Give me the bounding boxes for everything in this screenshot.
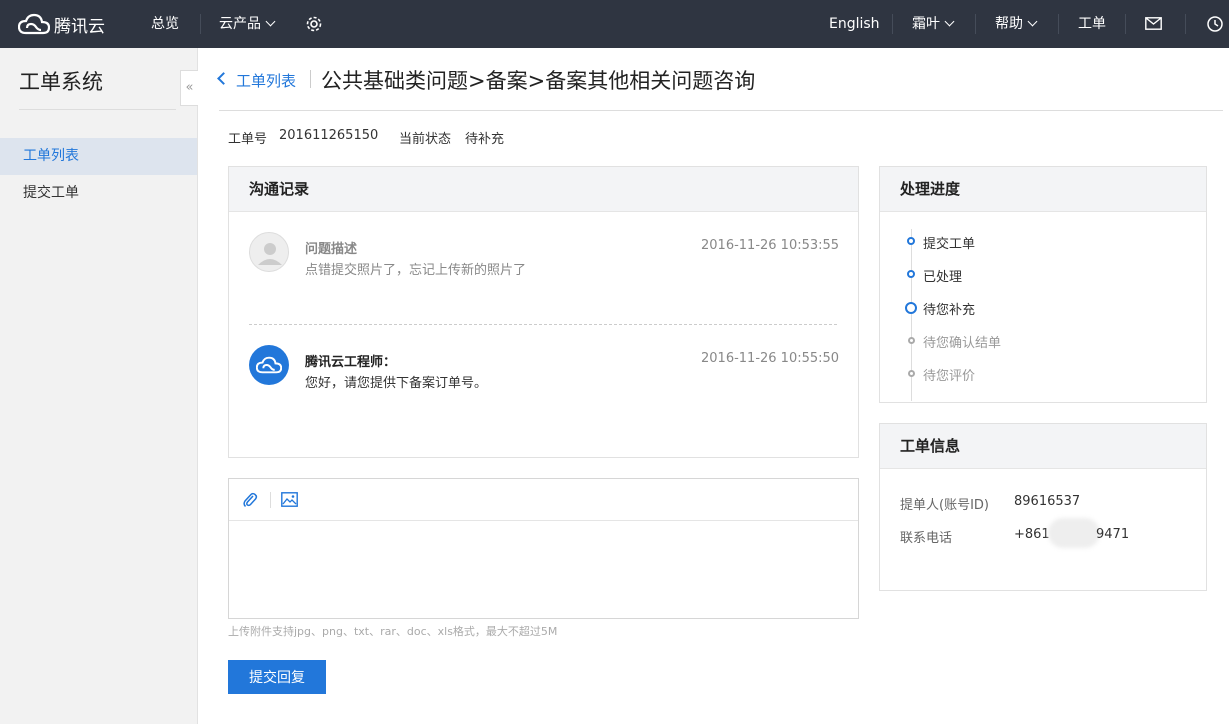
- nav-help[interactable]: 帮助: [995, 0, 1038, 48]
- status-label: 当前状态: [399, 132, 452, 147]
- progress-panel: 处理进度 提交工单 已处理 待您补充 待您确认结单 待您评价: [879, 166, 1207, 403]
- step-dot-pending: [908, 337, 915, 344]
- cloud-logo-icon: [256, 356, 282, 374]
- history-icon[interactable]: [1206, 15, 1224, 33]
- chevron-down-icon: [1027, 16, 1038, 27]
- nav-user[interactable]: 霜叶: [912, 0, 955, 48]
- sidebar-collapse-button[interactable]: «: [180, 70, 198, 106]
- submitter-value: 89616537: [1014, 494, 1081, 509]
- status-value: 待补充: [465, 132, 505, 147]
- step-label: 提交工单: [923, 237, 976, 252]
- step-dot-current: [905, 302, 917, 314]
- nav-overview[interactable]: 总览: [151, 0, 179, 48]
- logo-text: 腾讯云: [54, 16, 105, 37]
- message-divider: [249, 324, 837, 325]
- step-dot-pending: [908, 370, 915, 377]
- image-icon[interactable]: [281, 492, 298, 507]
- submit-reply-button[interactable]: 提交回复: [228, 660, 326, 694]
- upload-hint: 上传附件支持jpg、png、txt、rar、doc、xls格式，最大不超过5M: [228, 625, 558, 638]
- nav-products-label: 云产品: [219, 16, 261, 32]
- phone-redaction-mask: [1048, 518, 1100, 548]
- phone-suffix: 9471: [1096, 527, 1130, 542]
- back-arrow-icon[interactable]: [217, 72, 230, 85]
- nav-separator: [1125, 14, 1126, 34]
- phone-label: 联系电话: [900, 531, 953, 546]
- progress-title: 处理进度: [880, 167, 1206, 212]
- step-label: 待您评价: [923, 369, 976, 384]
- gear-icon[interactable]: [305, 15, 323, 33]
- sidebar: 工单系统 工单列表 提交工单: [0, 48, 198, 724]
- reply-editor: [228, 478, 859, 619]
- step-label: 已处理: [923, 270, 963, 285]
- ticket-id-value: 201611265150: [279, 128, 379, 143]
- engineer-avatar: [249, 345, 289, 385]
- top-nav-bar: 腾讯云 总览 云产品 English 霜叶 帮助 工单: [0, 0, 1229, 48]
- communication-panel: 沟通记录 问题描述 点错提交照片了，忘记上传新的照片了 2016-11-26 1…: [228, 166, 859, 458]
- reply-toolbar: [229, 479, 858, 521]
- nav-english[interactable]: English: [829, 0, 880, 48]
- nav-separator: [200, 14, 201, 34]
- communication-title: 沟通记录: [229, 167, 858, 212]
- header-divider: [219, 110, 1223, 111]
- sidebar-item-ticket-list[interactable]: 工单列表: [0, 138, 197, 175]
- step-label: 待您补充: [923, 303, 976, 318]
- mail-icon[interactable]: [1145, 17, 1162, 31]
- paperclip-icon[interactable]: [242, 491, 258, 509]
- message-text: 点错提交照片了，忘记上传新的照片了: [305, 263, 527, 278]
- chevron-down-icon: [265, 16, 276, 27]
- breadcrumb-separator: [310, 70, 311, 88]
- step-dot-done: [907, 270, 915, 278]
- ticket-id-label: 工单号: [228, 132, 268, 147]
- nav-ticket[interactable]: 工单: [1078, 0, 1106, 48]
- sidebar-divider: [19, 109, 176, 110]
- ticket-info-panel: 工单信息 提单人(账号ID) 89616537 联系电话 +861 9471: [879, 423, 1207, 591]
- step-dot-done: [907, 237, 915, 245]
- step-label: 待您确认结单: [923, 336, 1002, 351]
- message-time: 2016-11-26 10:55:50: [701, 351, 840, 366]
- user-avatar: [249, 232, 289, 272]
- message-author: 腾讯云工程师：: [305, 355, 397, 370]
- nav-separator: [1058, 14, 1059, 34]
- nav-separator: [892, 14, 893, 34]
- tencent-cloud-logo[interactable]: 腾讯云: [18, 11, 105, 37]
- nav-user-label: 霜叶: [912, 16, 940, 32]
- cloud-logo-icon: [18, 13, 50, 35]
- sidebar-item-submit-ticket[interactable]: 提交工单: [0, 175, 197, 212]
- chevron-down-icon: [944, 16, 955, 27]
- nav-help-label: 帮助: [995, 16, 1023, 32]
- user-icon: [258, 243, 282, 265]
- ticket-info-title: 工单信息: [880, 424, 1206, 469]
- phone-prefix: +861: [1014, 527, 1050, 542]
- reply-textarea[interactable]: [229, 521, 858, 618]
- submitter-label: 提单人(账号ID): [900, 498, 989, 513]
- breadcrumb-ticket-list[interactable]: 工单列表: [236, 70, 296, 91]
- page-title: 公共基础类问题>备案>备案其他相关问题咨询: [321, 69, 756, 93]
- sidebar-title: 工单系统: [19, 70, 103, 94]
- toolbar-separator: [270, 492, 271, 508]
- nav-separator: [975, 14, 976, 34]
- message-time: 2016-11-26 10:53:55: [701, 238, 840, 253]
- nav-products[interactable]: 云产品: [219, 0, 276, 48]
- nav-separator: [1185, 14, 1186, 34]
- message-author: 问题描述: [305, 242, 358, 257]
- message-text: 您好，请您提供下备案订单号。: [305, 376, 488, 391]
